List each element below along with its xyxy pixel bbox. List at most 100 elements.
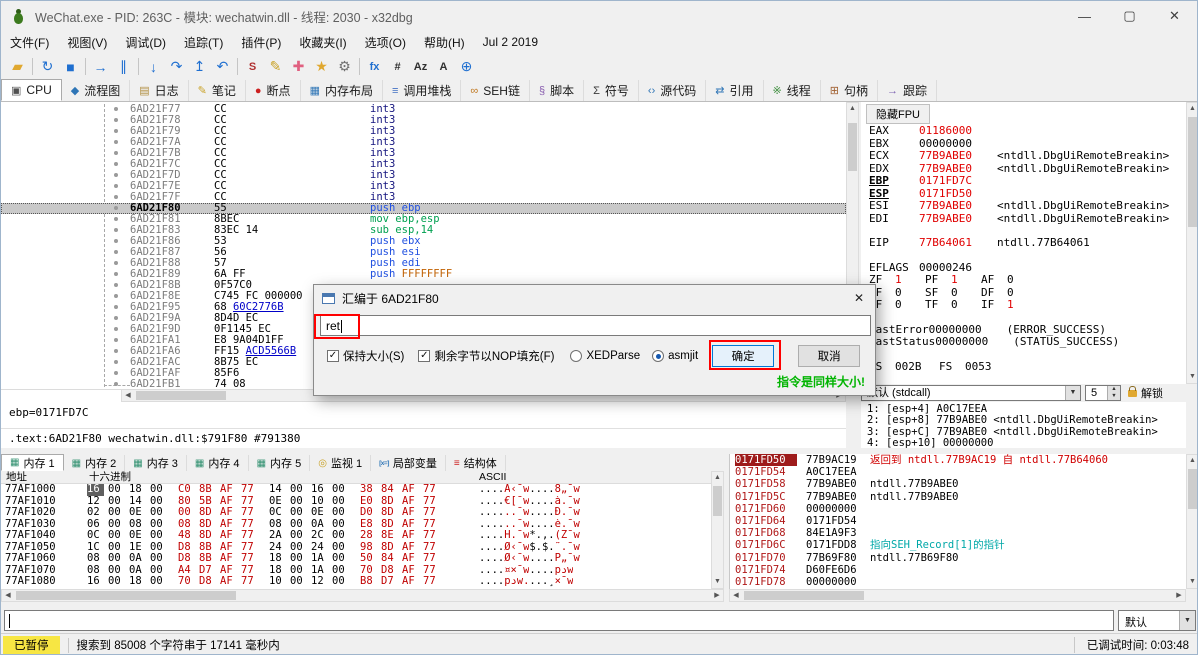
cancel-button[interactable]: 取消	[798, 345, 860, 367]
execute-till-return-icon[interactable]: ↥	[188, 56, 211, 77]
language-icon[interactable]: ⊕	[455, 56, 478, 77]
scroll-left-icon[interactable]: ◀	[122, 390, 134, 401]
stop-debug-icon[interactable]: ■	[59, 56, 82, 77]
hide-fpu-button[interactable]: 隐藏FPU	[866, 104, 930, 124]
chevron-down-icon[interactable]: ▼	[1065, 386, 1080, 400]
breakpoint-dot[interactable]	[114, 371, 118, 375]
tab-locals[interactable]: [x=]局部变量	[371, 455, 446, 471]
tab-seh-chain[interactable]: ∞SEH链	[461, 80, 530, 101]
dump-row[interactable]: 77AF10400C000E00488DAF772A002C00288EAF77…	[1, 530, 711, 542]
nop-fill-label[interactable]: 剩余字节以NOP填充(F)	[434, 348, 554, 364]
menu-item[interactable]: 选项(O)	[356, 31, 415, 54]
nop-fill-checkbox[interactable]	[418, 350, 430, 362]
disasm-row[interactable]: 6AD21F8383EC 14sub esp,14	[1, 225, 846, 236]
register-row[interactable]: EAX01186000	[861, 125, 1186, 138]
breakpoint-dot[interactable]	[114, 140, 118, 144]
tab-memory-5[interactable]: ▦内存 5	[249, 455, 311, 471]
breakpoint-dot[interactable]	[114, 118, 118, 122]
dialog-close-icon[interactable]: ✕	[843, 291, 875, 305]
keep-size-label[interactable]: 保持大小(S)	[343, 348, 404, 364]
tab-memory-2[interactable]: ▦内存 2	[64, 455, 126, 471]
tab-memory-3[interactable]: ▦内存 3	[125, 455, 187, 471]
favourites-icon[interactable]: ★	[310, 56, 333, 77]
scroll-thumb[interactable]	[136, 391, 226, 400]
dump-h-scrollbar[interactable]: ◀ ▶	[1, 589, 724, 602]
stepper-arrows-icon[interactable]: ▲▼	[1107, 386, 1120, 400]
tab-threads[interactable]: ※线程	[764, 80, 821, 101]
keep-size-checkbox[interactable]	[327, 350, 339, 362]
scroll-left-icon[interactable]: ◀	[2, 590, 14, 601]
menu-item[interactable]: 文件(F)	[1, 31, 58, 54]
menu-item[interactable]: 追踪(T)	[175, 31, 232, 54]
register-row[interactable]: OF0SF0DF0	[861, 287, 1186, 300]
breakpoint-dot[interactable]	[114, 338, 118, 342]
command-scope-dropdown[interactable]: 默认 ▼	[1118, 610, 1196, 631]
disasm-row[interactable]: 6AD21F7DCCint3	[1, 170, 846, 181]
breakpoint-dot[interactable]	[114, 316, 118, 320]
breakpoint-dot[interactable]	[114, 184, 118, 188]
stack-row[interactable]: 0171FD74D60FE6D6	[730, 564, 1186, 576]
stack-pane[interactable]: 0171FD5077B9AC19返回到 ntdll.77B9AC19 自 ntd…	[729, 454, 1186, 589]
breakpoint-dot[interactable]	[114, 294, 118, 298]
scroll-thumb[interactable]	[713, 486, 722, 516]
menu-item[interactable]: 视图(V)	[58, 31, 116, 54]
register-row[interactable]: EFLAGS00000246	[861, 262, 1186, 275]
disasm-row[interactable]: 6AD21F7CCCint3	[1, 159, 846, 170]
register-row[interactable]: EBP0171FD7C	[861, 175, 1186, 188]
minimize-button[interactable]: —	[1062, 1, 1107, 31]
stack-h-scrollbar[interactable]: ◀ ▶	[729, 589, 1186, 602]
scroll-right-icon[interactable]: ▶	[1173, 590, 1185, 601]
stack-row[interactable]: 0171FD5C77B9ABE0ntdll.77B9ABE0	[730, 491, 1186, 503]
tab-call-stack[interactable]: ≡调用堆栈	[383, 80, 461, 101]
tab-log[interactable]: ▤日志	[130, 80, 188, 101]
stack-row[interactable]: 0171FD5077B9AC19返回到 ntdll.77B9AC19 自 ntd…	[730, 454, 1186, 466]
breakpoint-dot[interactable]	[114, 206, 118, 210]
disasm-row[interactable]: 6AD21F7ECCint3	[1, 181, 846, 192]
scroll-up-icon[interactable]: ▲	[712, 472, 723, 484]
menu-item[interactable]: Jul 2 2019	[474, 32, 547, 52]
disasm-row[interactable]: 6AD21F78CCint3	[1, 115, 846, 126]
stack-scrollbar[interactable]: ▲ ▼	[1186, 454, 1198, 589]
stack-row[interactable]: 0171FD54A0C17EEA	[730, 466, 1186, 478]
register-row[interactable]: CF0TF0IF1	[861, 299, 1186, 312]
dump-row[interactable]: 77AF106008000A00D88BAF7718001A005084AF77…	[1, 553, 711, 565]
step-into-icon[interactable]: ↓	[142, 56, 165, 77]
dump-row[interactable]: 77AF100016001800C08BAF77140016003884AF77…	[1, 484, 711, 496]
disasm-row[interactable]: 6AD21F7FCCint3	[1, 192, 846, 203]
register-row[interactable]: ZF1PF1AF0	[861, 274, 1186, 287]
title-bar[interactable]: WeChat.exe - PID: 263C - 模块: wechatwin.d…	[1, 1, 1197, 31]
notes-icon[interactable]: ✎	[264, 56, 287, 77]
dialog-title-bar[interactable]: 汇编于 6AD21F80 ✕	[314, 285, 875, 311]
tab-struct[interactable]: ≡结构体	[446, 455, 506, 471]
scroll-down-icon[interactable]: ▼	[1187, 371, 1198, 383]
memory-dump-pane[interactable]: 地址 十六进制 ASCII 77AF100016001800C08BAF7714…	[1, 471, 711, 589]
step-back-icon[interactable]: ↶	[211, 56, 234, 77]
disasm-row[interactable]: 6AD21F79CCint3	[1, 126, 846, 137]
calculator-icon[interactable]: fx	[363, 56, 386, 77]
breakpoint-dot[interactable]	[114, 360, 118, 364]
chevron-down-icon[interactable]: ▼	[1179, 611, 1195, 630]
scroll-left-icon[interactable]: ◀	[730, 590, 742, 601]
stack-row[interactable]: 0171FD6000000000	[730, 503, 1186, 515]
arguments-pane[interactable]: 1: [esp+4] A0C17EEA2: [esp+8] 77B9ABE0 <…	[861, 402, 1186, 448]
step-over-icon[interactable]: ↷	[165, 56, 188, 77]
scroll-down-icon[interactable]: ▼	[712, 576, 723, 588]
scylla-icon[interactable]: S	[241, 56, 264, 77]
scroll-up-icon[interactable]: ▲	[847, 103, 858, 115]
xedparse-radio[interactable]	[570, 350, 582, 362]
instruction-input[interactable]: ret	[320, 315, 871, 336]
registers-pane[interactable]: 隐藏FPU EAX01186000EBX00000000ECX77B9ABE0<…	[861, 102, 1186, 384]
dump-scrollbar[interactable]: ▲ ▼	[711, 471, 724, 589]
disasm-row[interactable]: 6AD21F77CCint3	[1, 104, 846, 115]
scroll-thumb[interactable]	[1188, 469, 1197, 509]
breakpoint-dot[interactable]	[114, 349, 118, 353]
calling-convention-dropdown[interactable]: 默认 (stdcall) ▼	[861, 385, 1081, 401]
register-row[interactable]: EDI77B9ABE0<ntdll.DbgUiRemoteBreakin>	[861, 213, 1186, 226]
tab-script[interactable]: §脚本	[530, 80, 584, 101]
disasm-row[interactable]: 6AD21F8756push esi	[1, 247, 846, 258]
scroll-thumb[interactable]	[744, 591, 864, 600]
stack-row[interactable]: 0171FD6884E1A9F3	[730, 527, 1186, 539]
scroll-up-icon[interactable]: ▲	[1187, 455, 1198, 467]
command-input[interactable]	[4, 610, 1114, 631]
scroll-thumb[interactable]	[16, 591, 236, 600]
